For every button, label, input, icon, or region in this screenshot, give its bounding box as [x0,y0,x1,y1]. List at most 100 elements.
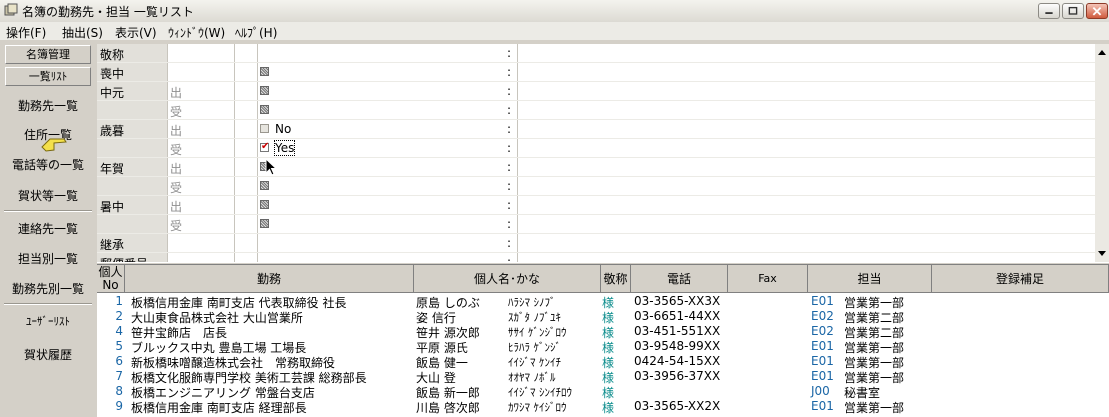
flag-category-label: 歳暮 [100,124,125,138]
flag-checkbox[interactable] [260,181,269,190]
cell-kana: ﾊﾗｼﾏ ｼﾉﾌﾞ [508,296,556,309]
table-row[interactable]: 9 板橋信用金庫 南町支店 経理部長 川島 啓次郎 ｶﾜｼﾏ ｹｲｼﾞﾛｳ 様 03-35… [97,399,1109,415]
cell-staff-code: E01 [811,354,834,368]
menu-window[interactable]: ｳｨﾝﾄﾞｳ(W) [168,24,225,41]
table-row[interactable]: 6 新板橋味噌醸造株式会社 常務取締役 飯島 健一 ｲｲｼﾞﾏ ｹﾝｲﾁ様 0424-5… [97,354,1109,370]
nav-roster-management-button[interactable]: 名簿管理 [5,45,91,64]
cell-staff-code: E01 [811,399,834,413]
cell-phone: 0424-54-15XX [634,354,721,368]
flag-checkbox[interactable] [260,105,269,114]
flag-category-label: 継承 [100,238,125,252]
flag-checkbox[interactable] [260,86,269,95]
header-name-kana[interactable]: 個人名･かな [414,265,601,293]
cell-staff-code: E02 [811,324,834,338]
separator-colon: : [507,255,512,262]
window-title: 名簿の勤務先・担当 一覧リスト [22,5,194,19]
cell-kana: ｽｶﾞﾀ ﾉﾌﾞﾕｷ [508,311,561,324]
table-row[interactable]: 8 板橋エンジニアリング 常盤台支店 飯島 新一郎 ｲｲｼﾞﾏ ｼﾝｲﾁﾛｳ様 J00 秘… [97,384,1109,400]
cell-phone: 03-9548-99XX [634,339,721,353]
flag-direction-label: 出 [170,124,183,138]
left-navigation: 名簿管理 一覧ﾘｽﾄ 勤務先一覧 住所一覧 電話等の一覧 賀状等一覧 連絡先一覧… [0,40,97,417]
maximize-button[interactable] [1062,3,1084,19]
close-button[interactable] [1086,3,1108,19]
header-no[interactable]: 個人 No [97,265,125,293]
menu-extract[interactable]: 抽出(S) [62,24,103,41]
flags-detail-pane: 敬称:喪中:中元出:受:歳暮出No:受Yes:年賀出:受:暑中出:受:継承:郵便… [97,44,1095,262]
flag-row: 喪中: [97,63,1095,82]
separator-colon: : [507,217,512,231]
header-phone[interactable]: 電話 [631,265,728,293]
flag-row: 歳暮 出 No: [97,120,1095,139]
flag-row: 継承: [97,234,1095,253]
cell-kana: ｻｻｲ ｹﾞﾝｼﾞﾛｳ [508,326,567,339]
menu-help[interactable]: ﾍﾙﾌﾟ(H) [235,24,277,41]
nav-item-by-workplace-list[interactable]: 勤務先別一覧 [4,280,92,297]
table-row[interactable]: 4 笹井宝飾店 店長 笹井 源次郎 ｻｻｲ ｹﾞﾝｼﾞﾛｳ様 03-451-551XX E… [97,324,1109,340]
flag-direction-label: 受 [170,143,183,157]
table-row[interactable]: 7 板橋文化服飾専門学校 美術工芸課 総務部長 大山 登ｵｵﾔﾏ ﾉﾎﾞﾙ様 03-3… [97,369,1109,385]
cell-no: 2 [115,309,123,323]
cell-no: 7 [115,369,123,383]
flag-row: 受: [97,101,1095,120]
flag-category-label: 郵便番号 [100,255,148,262]
header-notes[interactable]: 登録補足 [932,265,1109,293]
nav-item-by-staff-list[interactable]: 担当別一覧 [4,250,92,267]
separator-colon: : [507,122,512,136]
menu-operate[interactable]: 操作(F) [6,24,46,41]
cell-no: 4 [115,324,123,338]
separator-colon: : [507,65,512,79]
cell-staff-code: E01 [811,369,834,383]
scroll-up-icon[interactable] [1098,50,1106,55]
cell-phone: 03-3956-37XX [634,369,721,383]
flag-checkbox[interactable] [260,200,269,209]
nav-item-greeting-history[interactable]: 賀状履歴 [4,346,92,363]
menu-bar: 操作(F) 抽出(S) 表示(V) ｳｨﾝﾄﾞｳ(W) ﾍﾙﾌﾟ(H) [0,22,1109,40]
header-honorific[interactable]: 敬称 [601,265,631,293]
flag-checkbox[interactable] [260,124,269,133]
detail-scrollbar[interactable] [1095,44,1109,262]
header-fax[interactable]: Fax [728,265,808,293]
separator-colon: : [507,236,512,250]
table-row[interactable]: 2 大山東食品株式会社 大山営業所姿 信行 ｽｶﾞﾀ ﾉﾌﾞﾕｷ様 03-6651-4… [97,309,1109,325]
cell-no: 9 [115,399,123,413]
app-icon [4,3,18,16]
header-workplace[interactable]: 勤務 [125,265,414,293]
nav-item-greeting-card-list[interactable]: 賀状等一覧 [4,187,92,204]
table-row[interactable]: 1 板橋信用金庫 南町支店 代表取締役 社長 原島 しのぶ ﾊﾗｼﾏ ｼﾉﾌﾞ様 03-… [97,294,1109,310]
minimize-button[interactable] [1038,3,1060,19]
scroll-down-icon[interactable] [1098,251,1106,256]
flag-row: 受 Yes: [97,139,1095,158]
separator-colon: : [507,179,512,193]
maximize-icon [1068,6,1078,15]
separator-colon: : [507,84,512,98]
flag-checkbox[interactable] [260,219,269,228]
flag-checkbox[interactable] [260,141,269,152]
nav-item-user-list[interactable]: ﾕｰｻﾞｰﾘｽﾄ [4,313,92,329]
close-icon [1092,6,1102,16]
flag-category-label: 年賀 [100,162,125,176]
cell-staff-dept: 営業第一部 [844,401,905,415]
header-staff[interactable]: 担当 [808,265,932,293]
cell-phone: 03-6651-44XX [634,309,721,323]
flag-category-label: 敬称 [100,48,125,62]
flag-row: 郵便番号: [97,253,1095,262]
menu-view[interactable]: 表示(V) [115,24,157,41]
separator-colon: : [507,198,512,212]
separator-colon: : [507,141,512,155]
cell-no: 6 [115,354,123,368]
nav-list-button[interactable]: 一覧ﾘｽﾄ [5,67,91,86]
table-row[interactable]: 5 ブルックス中丸 豊島工場 工場長 平原 源氏 ﾋﾗﾊﾗ ｹﾞﾝｼﾞ様 03-9548… [97,339,1109,355]
nav-divider [4,210,92,212]
flag-direction-label: 出 [170,162,183,176]
flag-value-text: No [275,122,292,136]
cell-kana: ｲｲｼﾞﾏ ｹﾝｲﾁ [508,356,561,369]
flag-checkbox[interactable] [260,67,269,76]
nav-item-phone-list[interactable]: 電話等の一覧 [4,156,92,173]
flag-row: 受: [97,177,1095,196]
cell-no: 1 [115,294,123,308]
flag-row: 受: [97,215,1095,234]
nav-item-workplace-list[interactable]: 勤務先一覧 [4,97,92,114]
flag-row: 暑中 出: [97,196,1095,215]
nav-item-contact-list[interactable]: 連絡先一覧 [4,220,92,237]
nav-divider [4,303,92,305]
